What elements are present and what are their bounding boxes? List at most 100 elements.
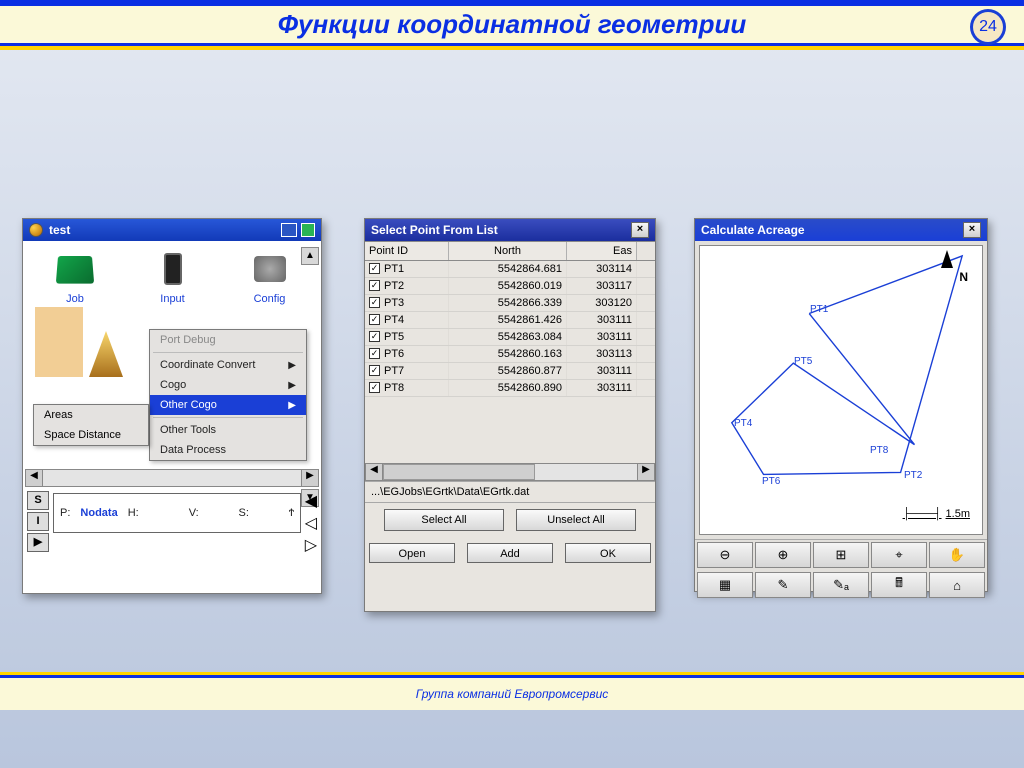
app-orb-icon (29, 223, 43, 237)
table-row[interactable]: ✓PT85542860.890303111 (365, 380, 655, 397)
app-cogo[interactable] (27, 307, 123, 377)
close-icon[interactable]: × (963, 222, 981, 238)
btn-play[interactable]: ▶ (27, 533, 49, 552)
checkbox-icon[interactable]: ✓ (369, 382, 380, 393)
checkbox-icon[interactable]: ✓ (369, 348, 380, 359)
checkbox-icon[interactable]: ✓ (369, 365, 380, 376)
submenu-space-distance[interactable]: Space Distance (34, 425, 148, 445)
open-button[interactable]: Open (369, 543, 455, 563)
table-row[interactable]: ✓PT25542860.019303117 (365, 278, 655, 295)
ok-button[interactable]: OK (565, 543, 651, 563)
scroll-up-button[interactable]: ▲ (301, 247, 319, 265)
panel-acreage-title-bar: Calculate Acreage × (695, 219, 987, 241)
close-icon[interactable]: × (631, 222, 649, 238)
gears-icon (254, 256, 286, 282)
checkbox-icon[interactable]: ✓ (369, 297, 380, 308)
other-cogo-submenu: Areas Space Distance (33, 404, 149, 446)
hscroll-track[interactable] (43, 469, 301, 487)
table-header: Point ID North Eas (365, 241, 655, 261)
surveyor-icon (35, 307, 83, 377)
add-button[interactable]: Add (467, 543, 553, 563)
horizontal-scrollbar[interactable]: ◀ ▶ (25, 469, 319, 487)
zoom-out-button[interactable]: ⊖ (697, 542, 753, 568)
title-band: Функции координатной геометрии 24 (0, 6, 1024, 46)
scale-bar: ├───┤1.5m (903, 508, 970, 520)
col-east[interactable]: Eas (567, 242, 637, 260)
panel-calculate-acreage: Calculate Acreage × N PT1 PT5 PT4 PT6 PT… (694, 218, 988, 592)
table-row[interactable]: ✓PT55542863.084303111 (365, 329, 655, 346)
status-nodata: Nodata (80, 507, 117, 519)
chevron-right-icon: ▶ (288, 360, 296, 371)
panel-test-app: test Job Input Config (22, 218, 322, 594)
footer: Группа компаний Европромсервис (0, 672, 1024, 710)
panel-select-point: Select Point From List × Point ID North … (364, 218, 656, 612)
btn-i[interactable]: I (27, 512, 49, 531)
toolbar-row-2: ▦ ✎ ✎ₐ 🖩 ⌂ (695, 570, 987, 600)
tbl-hscroll-thumb[interactable] (383, 464, 535, 480)
checkbox-icon[interactable]: ✓ (369, 280, 380, 291)
menu-data-process[interactable]: Data Process (150, 440, 306, 460)
draw1-button[interactable]: ✎ (755, 572, 811, 598)
label-pt2: PT2 (904, 470, 922, 481)
status-green-icon (301, 223, 315, 237)
zoom-in-button[interactable]: ⊕ (755, 542, 811, 568)
hscroll-left[interactable]: ◀ (25, 469, 43, 487)
app-input[interactable]: Input (125, 249, 220, 305)
tripod-icon (89, 331, 123, 377)
rbtn-2[interactable]: ◁ (305, 513, 317, 533)
table-row[interactable]: ✓PT15542864.681303114 (365, 261, 655, 278)
checkbox-icon[interactable]: ✓ (369, 263, 380, 274)
home-button[interactable]: ⌂ (929, 572, 985, 598)
north-label: N (959, 270, 968, 284)
btn-s[interactable]: S (27, 491, 49, 510)
footer-text: Группа компаний Европромсервис (0, 678, 1024, 710)
north-arrow-icon (941, 250, 953, 268)
cogo-menu: Port Debug Coordinate Convert▶ Cogo▶ Oth… (149, 329, 307, 461)
col-north[interactable]: North (449, 242, 567, 260)
panel-test-title: test (49, 223, 70, 237)
menu-coord-convert[interactable]: Coordinate Convert▶ (150, 355, 306, 375)
unselect-all-button[interactable]: Unselect All (516, 509, 636, 531)
table-row[interactable]: ✓PT35542866.339303120 (365, 295, 655, 312)
toolbar-row-1: ⊖ ⊕ ⊞ ⌖ ✋ (695, 539, 987, 570)
grid-button[interactable]: ▦ (697, 572, 753, 598)
tbl-hscroll-right[interactable]: ▶ (637, 463, 655, 481)
tbl-hscroll-left[interactable]: ◀ (365, 463, 383, 481)
zoom-window-button[interactable]: ⌖ (871, 542, 927, 568)
book-icon (56, 256, 94, 284)
right-tool-column: ◀ ◁ ▷ (305, 491, 317, 555)
hscroll-right[interactable]: ▶ (301, 469, 319, 487)
chevron-right-icon: ▶ (288, 400, 296, 411)
label-pt5: PT5 (794, 356, 812, 367)
acreage-canvas[interactable]: N PT1 PT5 PT4 PT6 PT8 PT2 ├───┤1.5m (699, 245, 983, 535)
table-row[interactable]: ✓PT65542860.163303113 (365, 346, 655, 363)
menu-port-debug: Port Debug (150, 330, 306, 350)
submenu-areas[interactable]: Areas (34, 405, 148, 425)
rbtn-1[interactable]: ◀ (305, 491, 317, 511)
left-tool-column: S I ▶ (27, 491, 49, 552)
menu-other-cogo[interactable]: Other Cogo▶ (150, 395, 306, 415)
file-path: ...\EGJobs\EGrtk\Data\EGrtk.dat (365, 481, 655, 503)
checkbox-icon[interactable]: ✓ (369, 314, 380, 325)
col-point-id[interactable]: Point ID (365, 242, 449, 260)
menu-cogo[interactable]: Cogo▶ (150, 375, 306, 395)
panel-points-title: Select Point From List (371, 223, 498, 237)
draw2-button[interactable]: ✎ₐ (813, 572, 869, 598)
slide-number-badge: 24 (970, 9, 1006, 45)
table-hscroll[interactable]: ◀ ▶ (365, 463, 655, 481)
calc-button[interactable]: 🖩 (871, 572, 927, 598)
rbtn-3[interactable]: ▷ (305, 535, 317, 555)
panel-points-title-bar: Select Point From List × (365, 219, 655, 241)
menu-other-tools[interactable]: Other Tools (150, 420, 306, 440)
pan-button[interactable]: ✋ (929, 542, 985, 568)
polygon-svg (700, 246, 982, 534)
table-row[interactable]: ✓PT45542861.426303111 (365, 312, 655, 329)
app-job[interactable]: Job (27, 249, 123, 305)
checkbox-icon[interactable]: ✓ (369, 331, 380, 342)
zoom-extents-button[interactable]: ⊞ (813, 542, 869, 568)
content-area: test Job Input Config (0, 50, 1024, 710)
slide-title: Функции координатной геометрии (278, 9, 747, 40)
select-all-button[interactable]: Select All (384, 509, 504, 531)
table-row[interactable]: ✓PT75542860.877303111 (365, 363, 655, 380)
panel-acreage-title: Calculate Acreage (701, 223, 805, 237)
